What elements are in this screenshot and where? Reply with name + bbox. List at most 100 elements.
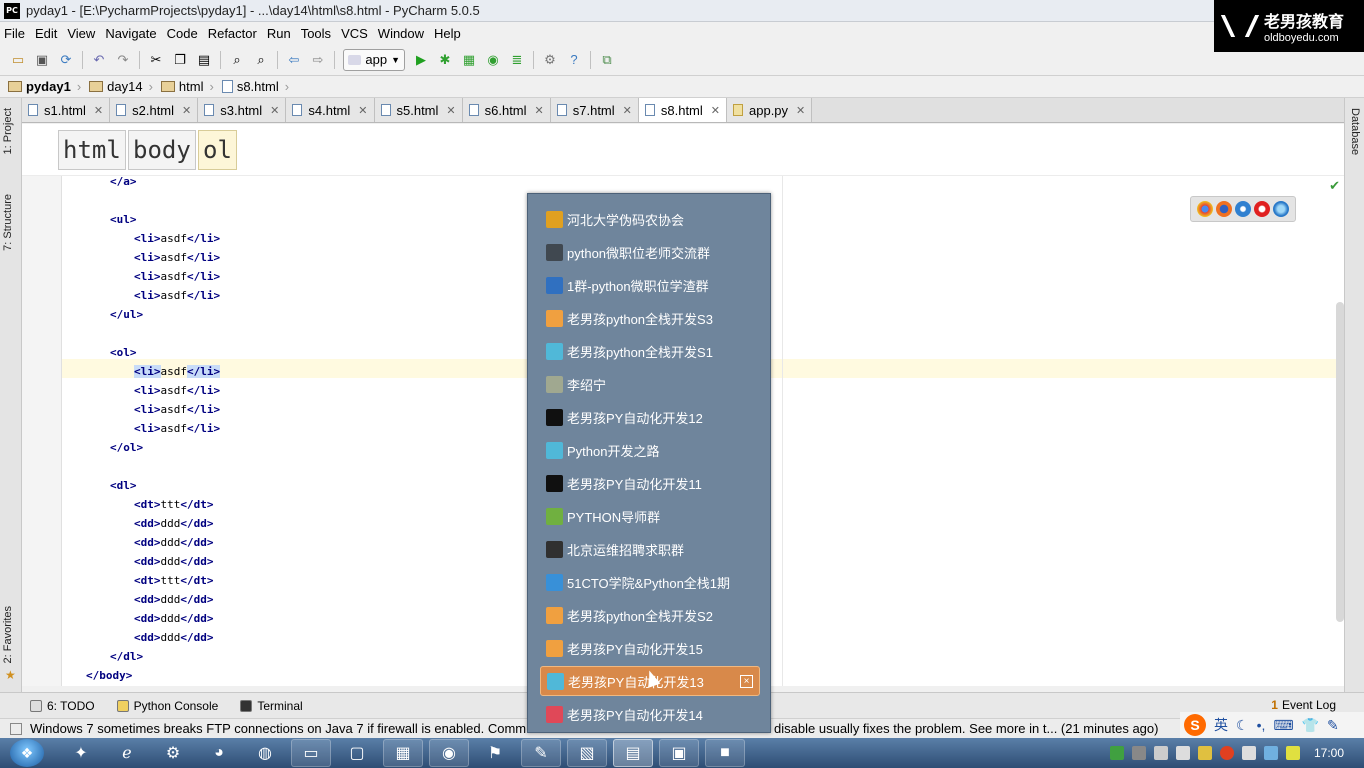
tool-window-database[interactable]: Database xyxy=(1349,108,1361,155)
close-icon[interactable]: ✕ xyxy=(535,104,544,117)
qq-group-item[interactable]: 51CTO学院&Python全栈1期 xyxy=(540,567,760,597)
menu-help[interactable]: Help xyxy=(434,26,461,41)
qq-group-item[interactable]: 老男孩PY自动化开发11 xyxy=(540,468,760,498)
qq-group-item[interactable]: 老男孩python全栈开发S3 xyxy=(540,303,760,333)
menu-file[interactable]: File xyxy=(4,26,25,41)
tab-s5-html[interactable]: s5.html ✕ xyxy=(374,98,463,122)
tray-icon[interactable] xyxy=(1197,746,1212,760)
crumb-project[interactable]: pyday1 › xyxy=(8,79,81,94)
tray-icon[interactable] xyxy=(1219,746,1234,760)
user-icon[interactable]: 👕 xyxy=(1302,717,1319,734)
qq-group-item[interactable]: 老男孩PY自动化开发14 xyxy=(540,699,760,729)
crumb-folder[interactable]: html › xyxy=(160,79,214,94)
redo-icon[interactable]: ↷ xyxy=(115,52,131,68)
opera-icon[interactable] xyxy=(1254,201,1271,217)
sync-icon[interactable]: ⟳ xyxy=(58,52,74,68)
punctuation-icon[interactable]: •, xyxy=(1257,717,1266,733)
help-icon[interactable]: ? xyxy=(566,52,582,68)
run-config-select[interactable]: app ▼ xyxy=(343,48,405,71)
start-button-icon[interactable]: ❖ xyxy=(10,739,44,767)
qq-group-taskbar-icon[interactable]: ▤ xyxy=(613,739,653,767)
tab-app-py[interactable]: app.py ✕ xyxy=(727,98,813,122)
taskbar-clock[interactable]: 17:00 xyxy=(1314,746,1344,760)
save-icon[interactable]: ▣ xyxy=(34,52,50,68)
close-icon[interactable]: ✕ xyxy=(182,104,191,117)
tray-icon[interactable] xyxy=(1263,746,1278,760)
forward-icon[interactable]: ⇨ xyxy=(310,52,326,68)
calculator-taskbar-icon[interactable]: ▦ xyxy=(383,739,423,767)
qq-group-item[interactable]: python微职位老师交流群 xyxy=(540,237,760,267)
firefox-icon[interactable] xyxy=(1215,201,1232,217)
network-icon[interactable] xyxy=(1285,746,1300,760)
tab-s7-html[interactable]: s7.html ✕ xyxy=(550,98,639,122)
qq-group-item[interactable]: 老男孩PY自动化开发12 xyxy=(540,402,760,432)
tools-icon[interactable]: ✎ xyxy=(1327,717,1339,734)
menu-refactor[interactable]: Refactor xyxy=(208,26,257,41)
tab-s2-html[interactable]: s2.html ✕ xyxy=(110,98,199,122)
notepad-taskbar-icon[interactable]: ✎ xyxy=(521,739,561,767)
qq-group-item[interactable]: PYTHON导师群 xyxy=(540,501,760,531)
tray-icon[interactable] xyxy=(1131,746,1146,760)
close-icon[interactable]: × xyxy=(740,675,753,688)
tab-s1-html[interactable]: s1.html ✕ xyxy=(22,98,111,122)
settings-taskbar-icon[interactable]: ⚙ xyxy=(153,739,193,767)
paste-icon[interactable]: ▤ xyxy=(196,52,212,68)
taskbar-app-icon[interactable]: ✦ xyxy=(61,739,101,767)
run-icon[interactable]: ▶ xyxy=(413,52,429,68)
qq-group-item[interactable]: 老男孩PY自动化开发15 xyxy=(540,633,760,663)
tool-window-todo[interactable]: 6: TODO xyxy=(30,699,95,713)
volume-icon[interactable] xyxy=(1241,746,1256,760)
tray-icon[interactable] xyxy=(1175,746,1190,760)
tray-icon[interactable] xyxy=(1153,746,1168,760)
safari-icon[interactable] xyxy=(1234,201,1251,217)
menu-navigate[interactable]: Navigate xyxy=(105,26,156,41)
tag-crumb-body[interactable]: body xyxy=(128,130,196,170)
close-icon[interactable]: ✕ xyxy=(796,104,805,117)
qq-taskbar-icon[interactable]: ◕ xyxy=(199,739,239,767)
explorer-taskbar-icon[interactable]: ▭ xyxy=(291,739,331,767)
tool-taskbar-icon[interactable]: ⚑ xyxy=(475,739,515,767)
open-folder-icon[interactable]: ▭ xyxy=(10,52,26,68)
console-taskbar-icon[interactable]: ▣ xyxy=(659,739,699,767)
debug-icon[interactable]: ✱ xyxy=(437,52,453,68)
concurrency-icon[interactable]: ≣ xyxy=(509,52,525,68)
ie-taskbar-icon[interactable]: ℯ xyxy=(107,739,147,767)
back-icon[interactable]: ⇦ xyxy=(286,52,302,68)
firefox-taskbar-icon[interactable]: ◍ xyxy=(245,739,285,767)
keyboard-icon[interactable]: ⌨ xyxy=(1273,717,1293,734)
menu-tools[interactable]: Tools xyxy=(301,26,331,41)
close-icon[interactable]: ✕ xyxy=(711,104,720,117)
tab-s6-html[interactable]: s6.html ✕ xyxy=(462,98,551,122)
ie-icon[interactable] xyxy=(1273,201,1290,217)
qq-group-item[interactable]: 老男孩python全栈开发S1 xyxy=(540,336,760,366)
tab-s3-html[interactable]: s3.html ✕ xyxy=(198,98,287,122)
chrome-icon[interactable] xyxy=(1196,201,1213,217)
menu-view[interactable]: View xyxy=(67,26,95,41)
status-message[interactable]: Windows 7 sometimes breaks FTP connectio… xyxy=(30,721,526,736)
cut-icon[interactable]: ✂ xyxy=(148,52,164,68)
tab-s4-html[interactable]: s4.html ✕ xyxy=(286,98,375,122)
chrome-taskbar-icon[interactable]: ◉ xyxy=(429,739,469,767)
undo-icon[interactable]: ↶ xyxy=(91,52,107,68)
find-icon[interactable]: ⌕ xyxy=(229,52,245,68)
replace-icon[interactable]: ⌕ xyxy=(253,52,269,68)
sogou-ime-icon[interactable]: S xyxy=(1184,714,1206,736)
tool-window-favorites[interactable]: 2: Favorites xyxy=(2,606,14,663)
qq-group-item[interactable]: Python开发之路 xyxy=(540,435,760,465)
menu-run[interactable]: Run xyxy=(267,26,291,41)
close-icon[interactable]: ✕ xyxy=(358,104,367,117)
status-toggle-icon[interactable] xyxy=(10,722,22,735)
crumb-folder[interactable]: day14 › xyxy=(89,79,153,94)
qq-group-item[interactable]: 北京运维招聘求职群 xyxy=(540,534,760,564)
menu-code[interactable]: Code xyxy=(167,26,198,41)
tool-window-project[interactable]: 1: Project xyxy=(2,108,14,154)
tool-window-structure[interactable]: 7: Structure xyxy=(2,194,14,251)
close-icon[interactable]: ✕ xyxy=(94,104,103,117)
menu-vcs[interactable]: VCS xyxy=(341,26,368,41)
chat-taskbar-icon[interactable]: ▢ xyxy=(337,739,377,767)
plugins-icon[interactable]: ⧉ xyxy=(599,52,615,68)
tag-crumb-html[interactable]: html xyxy=(58,130,126,170)
qq-group-item[interactable]: 河北大学伪码农协会 xyxy=(540,204,760,234)
coverage-icon[interactable]: ▦ xyxy=(461,52,477,68)
qq-group-item[interactable]: 1群-python微职位学渣群 xyxy=(540,270,760,300)
